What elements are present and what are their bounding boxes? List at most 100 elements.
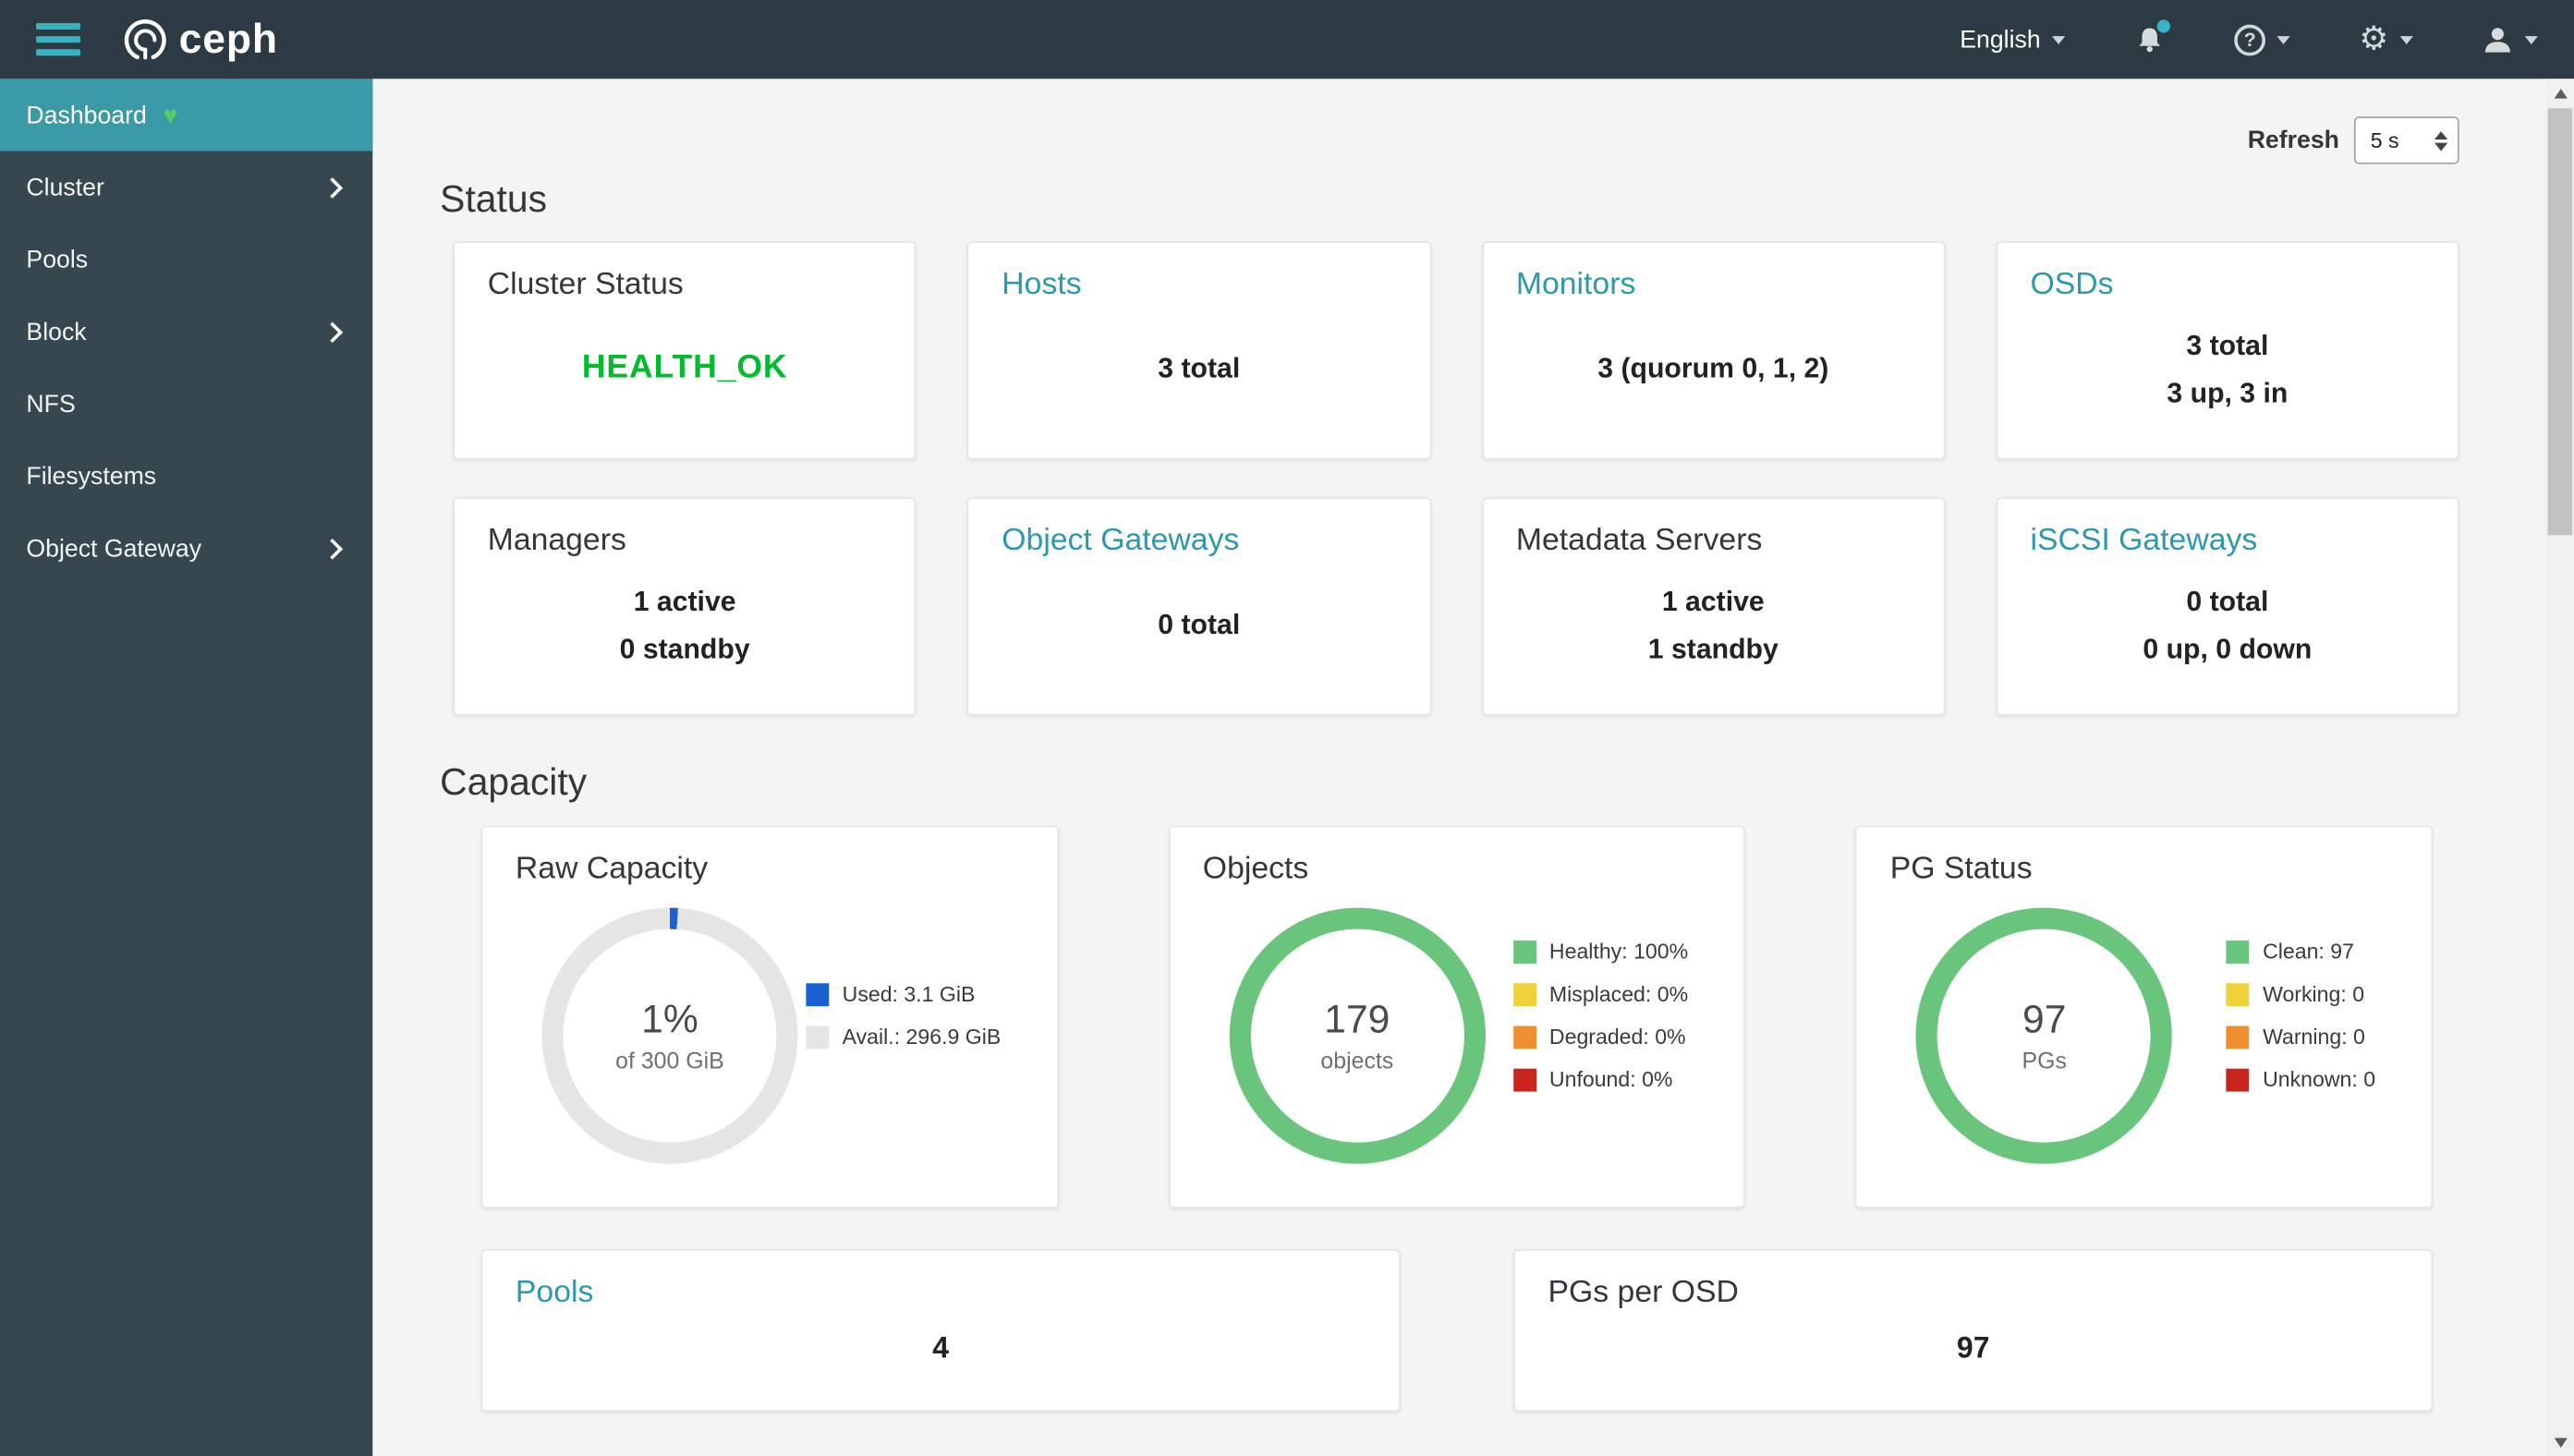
chevron-down-icon: [2277, 35, 2290, 44]
language-dropdown[interactable]: English: [1960, 25, 2066, 54]
iscsi-gateways-link[interactable]: iSCSI Gateways: [2030, 524, 2424, 560]
legend-item: Clean: 97: [2226, 939, 2375, 964]
donut-center-value: 179: [1324, 997, 1390, 1042]
refresh-interval-select[interactable]: 5 s: [2353, 116, 2459, 164]
legend-swatch: [806, 982, 830, 1006]
pg-status-donut-chart: 97 PGs: [1916, 906, 2173, 1163]
sidebar: Dashboard ♥ Cluster Pools Block NFS File…: [0, 79, 373, 1456]
osds-link[interactable]: OSDs: [2030, 268, 2424, 304]
raw-capacity-legend: Used: 3.1 GiB Avail.: 296.9 GiB: [806, 982, 1001, 1049]
ceph-brand[interactable]: ceph: [123, 16, 278, 64]
top-navbar: ceph English ? ⚙: [0, 0, 2574, 79]
legend-item: Degraded: 0%: [1512, 1024, 1688, 1050]
legend-item: Warning: 0: [2226, 1024, 2375, 1050]
sidebar-item-object-gateway[interactable]: Object Gateway: [0, 512, 372, 584]
sidebar-item-label: Block: [26, 317, 87, 346]
mds-active: 1 active: [1661, 585, 1765, 617]
legend-label: Misplaced: 0%: [1548, 981, 1689, 1007]
ceph-logo-icon: [124, 18, 166, 59]
legend-item: Working: 0: [2226, 981, 2375, 1007]
ceph-dashboard-page: ceph English ? ⚙ Dashboard ♥ Cluster Poo…: [0, 0, 2574, 1456]
pgs-per-osd-count: 97: [1956, 1330, 1990, 1365]
notifications-button[interactable]: [2134, 19, 2171, 55]
monitors-link[interactable]: Monitors: [1516, 268, 1911, 304]
chart-title: PG Status: [1889, 852, 2033, 887]
sidebar-item-label: Filesystems: [26, 462, 157, 491]
user-dropdown[interactable]: [2483, 24, 2538, 55]
refresh-label: Refresh: [2247, 126, 2339, 155]
legend-label: Healthy: 100%: [1548, 939, 1689, 964]
card-monitors: Monitors 3 (quorum 0, 1, 2): [1481, 241, 1946, 460]
monitors-quorum: 3 (quorum 0, 1, 2): [1597, 353, 1829, 384]
menu-toggle-button[interactable]: [23, 13, 93, 66]
chevron-down-icon: [2052, 35, 2066, 44]
spinner-arrows-icon: [2434, 130, 2448, 151]
status-section-heading: Status: [440, 176, 548, 221]
legend-swatch: [2226, 940, 2250, 964]
sidebar-item-label: Dashboard: [26, 101, 147, 129]
sidebar-item-label: Pools: [26, 245, 89, 273]
sidebar-item-dashboard[interactable]: Dashboard ♥: [0, 79, 373, 152]
legend-label: Clean: 97: [2263, 939, 2354, 964]
pgs-per-osd-card: PGs per OSD 97: [1513, 1249, 2434, 1413]
card-title: Metadata Servers: [1515, 523, 1763, 559]
donut-center-label: PGs: [2022, 1046, 2067, 1074]
navbar-left: ceph: [23, 13, 278, 66]
object-gateways-total: 0 total: [1158, 609, 1241, 640]
capacity-charts-row: Raw Capacity 1% of 300 GiB Used: 3.1 GiB…: [480, 825, 2434, 1208]
notification-badge: [2156, 19, 2171, 33]
legend-swatch: [1512, 1067, 1536, 1091]
objects-card: Objects 179 objects Healthy: 100% Misplac…: [1168, 825, 1746, 1208]
language-label: English: [1960, 25, 2041, 54]
sidebar-item-nfs[interactable]: NFS: [0, 368, 372, 440]
scroll-up-button[interactable]: [2546, 79, 2574, 106]
pools-link[interactable]: Pools: [516, 1276, 1366, 1312]
vertical-scrollbar[interactable]: [2545, 79, 2574, 1456]
chevron-down-icon: [2524, 35, 2538, 44]
legend-swatch: [2226, 1025, 2250, 1049]
objects-legend: Healthy: 100% Misplaced: 0% Degraded: 0% Un…: [1512, 939, 1689, 1092]
card-title: PGs per OSD: [1548, 1275, 1739, 1310]
iscsi-total: 0 total: [2186, 585, 2269, 617]
legend-label: Working: 0: [2263, 981, 2365, 1007]
osds-up-in: 3 up, 3 in: [2167, 376, 2289, 408]
hosts-link[interactable]: Hosts: [1002, 268, 1396, 304]
navbar-right: English ? ⚙: [1960, 19, 2538, 56]
refresh-control: Refresh 5 s: [372, 116, 2459, 164]
legend-label: Warning: 0: [2263, 1024, 2365, 1050]
arrow-down-icon: [2553, 1437, 2568, 1448]
scroll-down-button[interactable]: [2546, 1428, 2574, 1456]
donut-center-label: objects: [1320, 1046, 1394, 1074]
sidebar-item-block[interactable]: Block: [0, 296, 372, 368]
chart-title: Objects: [1202, 852, 1309, 887]
settings-dropdown[interactable]: ⚙: [2359, 23, 2413, 56]
hamburger-icon: [36, 22, 81, 30]
legend-item: Healthy: 100%: [1512, 939, 1689, 964]
card-metadata-servers: Metadata Servers 1 active 1 standby: [1481, 497, 1946, 716]
status-card-grid: Cluster Status HEALTH_OK Hosts 3 total M…: [453, 241, 2459, 716]
legend-item: Unfound: 0%: [1512, 1067, 1688, 1092]
card-hosts: Hosts 3 total: [966, 241, 1431, 460]
card-managers: Managers 1 active 0 standby: [453, 497, 917, 716]
health-heart-icon: ♥: [163, 101, 178, 129]
sidebar-item-filesystems[interactable]: Filesystems: [0, 440, 372, 512]
hosts-total: 3 total: [1158, 353, 1241, 384]
legend-label: Degraded: 0%: [1548, 1024, 1686, 1050]
gear-icon: ⚙: [2359, 21, 2389, 58]
legend-swatch: [1512, 982, 1536, 1006]
sidebar-item-cluster[interactable]: Cluster: [0, 151, 372, 223]
sidebar-item-pools[interactable]: Pools: [0, 224, 372, 296]
help-dropdown[interactable]: ?: [2234, 23, 2290, 55]
scrollbar-thumb[interactable]: [2547, 108, 2573, 536]
pools-count: 4: [932, 1330, 949, 1365]
bottom-cards-row: Pools 4 PGs per OSD 97: [480, 1249, 2434, 1413]
legend-swatch: [1512, 940, 1536, 964]
main-content: Refresh 5 s Status Cluster Status HEALTH…: [372, 79, 2546, 1456]
capacity-section-heading: Capacity: [440, 759, 588, 803]
refresh-interval-value: 5 s: [2370, 127, 2399, 153]
arrow-up-icon: [2553, 88, 2568, 98]
managers-standby: 0 standby: [619, 632, 750, 664]
donut-center-label: of 300 GiB: [615, 1046, 724, 1074]
object-gateways-link[interactable]: Object Gateways: [1002, 524, 1396, 560]
mds-standby: 1 standby: [1647, 632, 1779, 664]
